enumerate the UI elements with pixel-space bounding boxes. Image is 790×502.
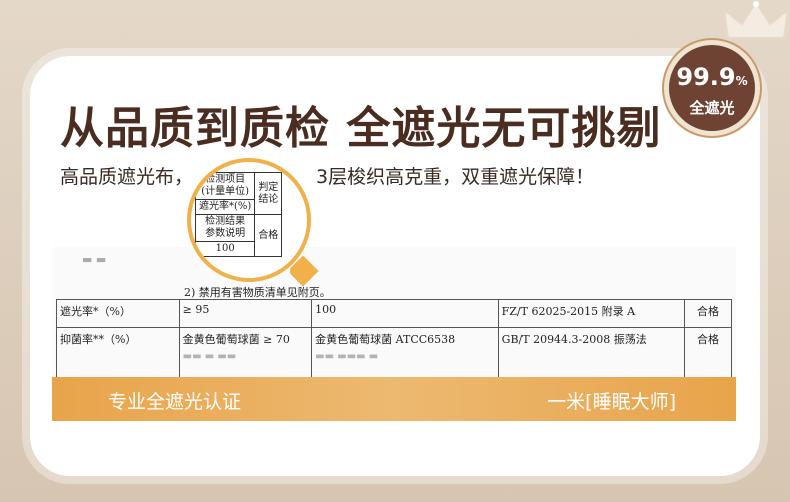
row-verdict: 合格 [684, 327, 732, 377]
report-note: 2) 禁用有害物质清单见附页。 [184, 286, 331, 299]
row-item: 遮光率*（%） [56, 299, 180, 328]
zoom-verdict: 合格 [254, 214, 283, 257]
zoom-verdict-header: 判定 结论 [254, 172, 283, 215]
row-item: 抑菌率**（%） [56, 327, 180, 377]
row-standard: FZ/T 62025-2015 附录 A [497, 299, 686, 328]
table-row: 抑菌率**（%） 金黄色葡萄球菌 ≥ 70 ▬▬ ▬ ▬▬ 金黄色葡萄球菌 ATC… [56, 327, 732, 377]
row-verdict: 合格 [684, 299, 732, 328]
test-report-excerpt: ▬ ▬ 2) 禁用有害物质清单见附页。 遮光率*（%） ≥ 95 100 FZ/… [52, 247, 736, 377]
crown-icon [722, 0, 790, 39]
row-requirement: 金黄色葡萄球菌 ≥ 70 ▬▬ ▬ ▬▬ [178, 327, 313, 377]
row-standard: GB/T 20944.3-2008 振荡法 [497, 327, 686, 377]
badge-value: 99.9% [676, 63, 748, 91]
banner-left-text: 专业全遮光认证 [108, 391, 242, 413]
blackout-badge: 99.9% 全遮光 [664, 40, 760, 136]
table-row: 遮光率*（%） ≥ 95 100 FZ/T 62025-2015 附录 A 合格 [56, 299, 732, 328]
zoom-result-header: 检测结果 参数说明 [194, 214, 256, 242]
table-row: 检测项目 (计量单位) 判定 结论 [194, 172, 283, 215]
subline-right: 3层梭织高克重，双重遮光保障！ [316, 166, 595, 188]
row-requirement: ≥ 95 [178, 299, 313, 328]
banner-brand-text: 一米[睡眠大师] [547, 391, 676, 413]
zoomed-table: 检测项目 (计量单位) 判定 结论 遮光率*(%) 检测结果 参数说明 合格 100 [194, 172, 283, 257]
certification-banner: 专业全遮光认证 一米[睡眠大师] [52, 377, 736, 421]
zoom-item-header: 检测项目 (计量单位) [194, 172, 256, 200]
report-table: 遮光率*（%） ≥ 95 100 FZ/T 62025-2015 附录 A 合格… [56, 299, 732, 377]
headline: 从品质到质检 全遮光无可挑剔 [60, 103, 662, 154]
table-row: 检测结果 参数说明 合格 [194, 214, 283, 257]
row-result: 金黄色葡萄球菌 ATCC6538 ▬▬ ▬▬▬ ▬ [311, 327, 499, 377]
magnifier-zoom: 检测项目 (计量单位) 判定 结论 遮光率*(%) 检测结果 参数说明 合格 100 [187, 158, 311, 282]
zoom-result-value: 100 [194, 241, 256, 257]
report-smudge: ▬ ▬ [82, 253, 107, 266]
badge-label: 全遮光 [689, 99, 735, 117]
zoom-item-name: 遮光率*(%) [194, 199, 256, 215]
row-result: 100 [311, 299, 499, 328]
subline-left: 高品质遮光布， [60, 166, 194, 188]
